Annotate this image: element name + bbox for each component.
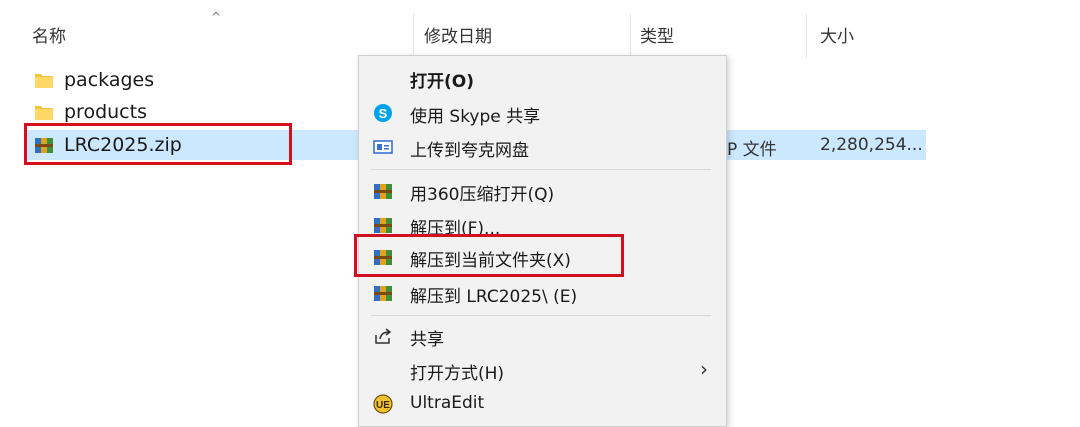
menu-item-skype-share[interactable]: S 使用 Skype 共享: [359, 96, 724, 130]
column-size[interactable]: 大小: [820, 22, 854, 47]
menu-item-label: 共享: [410, 330, 444, 350]
highlight-box-file: [24, 123, 292, 165]
menu-item-label: UltraEdit: [410, 393, 485, 413]
chevron-right-icon: ›: [700, 357, 708, 381]
menu-item-label: 打开(O): [410, 72, 474, 92]
archive-icon: [374, 286, 392, 301]
menu-item-label: 打开方式(H): [410, 364, 505, 384]
file-type: IP 文件: [722, 140, 777, 160]
ultraedit-icon: UE: [373, 394, 393, 414]
menu-item-extract-folder[interactable]: 解压到 LRC2025\ (E): [359, 276, 724, 310]
menu-separator: [371, 169, 711, 170]
menu-item-label: 解压到 LRC2025\ (E): [410, 287, 578, 307]
menu-item-open-360[interactable]: 用360压缩打开(Q): [359, 174, 724, 208]
column-divider[interactable]: [413, 14, 414, 58]
file-size: 2,280,254...: [820, 135, 923, 155]
quark-drive-icon: [373, 140, 393, 154]
sort-indicator-icon: ^: [211, 10, 222, 24]
column-header: ^ 名称 修改日期 类型 大小: [0, 0, 1080, 60]
file-name: products: [64, 101, 147, 123]
menu-item-share[interactable]: 共享: [359, 319, 724, 353]
archive-icon: [374, 184, 392, 199]
menu-item-label: 使用 Skype 共享: [410, 107, 541, 127]
highlight-box-menu-item: [354, 234, 624, 277]
file-name: packages: [64, 69, 155, 91]
column-type[interactable]: 类型: [640, 22, 674, 47]
menu-item-label: 上传到夸克网盘: [410, 141, 529, 161]
menu-separator: [371, 315, 711, 316]
svg-text:UE: UE: [376, 400, 390, 411]
menu-item-open-with[interactable]: 打开方式(H) ›: [359, 353, 724, 387]
archive-icon: [374, 218, 392, 233]
svg-text:S: S: [379, 106, 388, 121]
folder-icon: [35, 106, 53, 120]
column-name[interactable]: 名称: [32, 22, 66, 47]
menu-item-label: 用360压缩打开(Q): [410, 185, 555, 205]
folder-icon: [35, 74, 53, 88]
share-icon: [375, 328, 392, 344]
column-divider[interactable]: [630, 14, 631, 58]
menu-item-ultraedit[interactable]: UE UltraEdit: [359, 387, 724, 421]
skype-icon: S: [374, 104, 392, 122]
menu-item-upload-quark[interactable]: 上传到夸克网盘: [359, 130, 724, 164]
column-date-modified[interactable]: 修改日期: [424, 22, 492, 47]
column-divider[interactable]: [806, 14, 807, 58]
menu-item-open[interactable]: 打开(O): [359, 61, 724, 95]
